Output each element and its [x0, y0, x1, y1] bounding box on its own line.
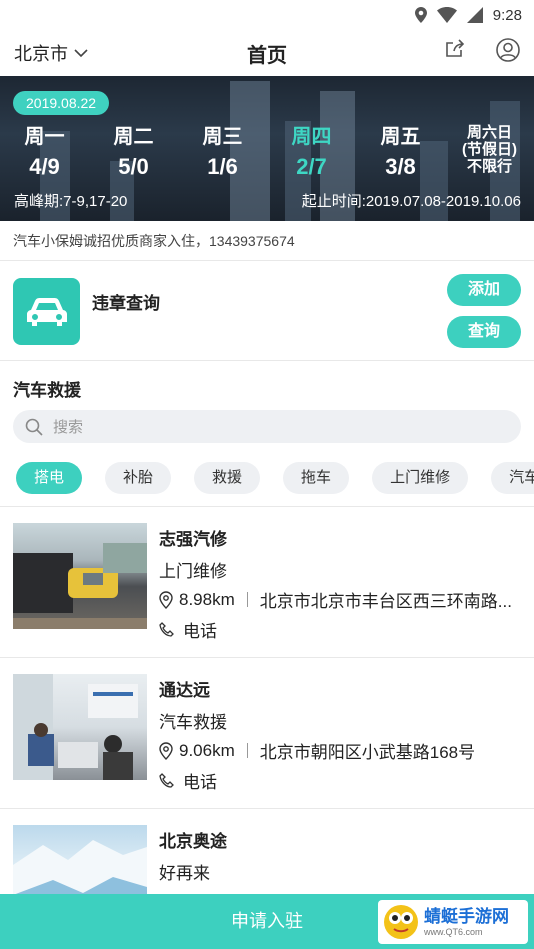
shop-distance: 8.98km — [179, 589, 235, 609]
watermark-sub: www.QT6.com — [424, 927, 483, 937]
restriction-period: 起止时间:2019.07.08-2019.10.06 — [301, 193, 521, 210]
chip-tire-repair[interactable]: 补胎 — [105, 462, 172, 494]
city-selector[interactable]: 北京市 — [14, 40, 88, 66]
day-weekend: 周六日 (节假日) 不限行 — [462, 124, 517, 175]
notice-text: 汽车小保姆诚招优质商家入住，13439375674 — [0, 221, 534, 261]
shop-name: 通达远 — [159, 681, 210, 700]
share-icon[interactable] — [444, 38, 466, 60]
navbar: 北京市 首页 — [0, 30, 534, 76]
traffic-restriction-banner[interactable]: 2019.08.22 周一 4/9 周二 5/0 周三 1/6 周四 2/7 周… — [0, 76, 534, 221]
phone-link[interactable]: 电话 — [159, 617, 217, 642]
city-label: 北京市 — [14, 44, 68, 64]
location-pin-icon — [159, 590, 173, 609]
location-pin-icon — [159, 741, 173, 760]
shop-name: 志强汽修 — [159, 530, 227, 549]
violation-title: 违章查询 — [92, 294, 160, 313]
shop-type: 汽车救援 — [159, 713, 227, 732]
chip-rescue[interactable]: 救援 — [194, 462, 261, 494]
shop-name: 北京奥途 — [159, 832, 227, 851]
day-thursday-current: 周四 2/7 — [291, 126, 332, 179]
signal-icon — [466, 7, 483, 23]
phone-link[interactable]: 电话 — [159, 768, 217, 793]
apply-label: 申请入驻 — [231, 911, 303, 931]
wifi-icon — [436, 7, 457, 23]
phone-label: 电话 — [183, 773, 217, 792]
list-item[interactable]: 通达远 汽车救援 9.06km 北京市朝阳区小武基路168号 电话 — [0, 658, 534, 809]
query-button[interactable]: 查询 — [447, 316, 521, 348]
peak-hours: 高峰期:7-9,17-20 — [14, 193, 128, 210]
phone-label: 电话 — [183, 622, 217, 641]
day-wednesday: 周三 1/6 — [202, 126, 243, 179]
watermark-logo: 蜻蜓手游网 www.QT6.com — [378, 900, 528, 944]
list-item[interactable]: 志强汽修 上门维修 8.98km 北京市北京市丰台区西三环南路... 电话 — [0, 507, 534, 658]
rescue-list: 志强汽修 上门维修 8.98km 北京市北京市丰台区西三环南路... 电话 通达… — [0, 506, 534, 949]
add-button[interactable]: 添加 — [447, 274, 521, 306]
day-monday: 周一 4/9 — [24, 126, 65, 179]
search-placeholder: 搜索 — [53, 419, 84, 436]
chevron-down-icon — [74, 48, 88, 57]
violation-section: 违章查询 添加 查询 — [0, 261, 534, 361]
status-time: 9:28 — [492, 6, 522, 24]
category-chips: 搭电 补胎 救援 拖车 上门维修 汽车玻璃 — [16, 462, 534, 494]
user-icon[interactable] — [496, 38, 520, 62]
restriction-days: 周一 4/9 周二 5/0 周三 1/6 周四 2/7 周五 3/8 周六日 (… — [0, 124, 534, 180]
shop-photo — [13, 674, 147, 780]
shop-address: 北京市北京市丰台区西三环南路... — [259, 592, 512, 611]
shop-distance: 9.06km — [179, 740, 235, 760]
chip-towing[interactable]: 拖车 — [283, 462, 350, 494]
phone-icon — [159, 772, 174, 788]
shop-type: 上门维修 — [159, 562, 227, 581]
phone-icon — [159, 621, 174, 637]
chip-car-glass[interactable]: 汽车玻璃 — [491, 462, 534, 494]
date-badge: 2019.08.22 — [13, 91, 110, 115]
location-icon — [414, 7, 427, 23]
rescue-title: 汽车救援 — [13, 381, 81, 400]
chip-onsite-repair[interactable]: 上门维修 — [372, 462, 469, 494]
search-icon — [25, 418, 43, 436]
car-icon — [13, 278, 80, 345]
shop-type: 好再来 — [159, 864, 210, 883]
shop-address: 北京市朝阳区小武基路168号 — [259, 743, 476, 762]
day-tuesday: 周二 5/0 — [113, 126, 154, 179]
watermark-main: 蜻蜓手游网 — [424, 907, 509, 926]
dragonfly-icon — [384, 905, 418, 939]
chip-jump-start[interactable]: 搭电 — [16, 462, 83, 494]
status-bar: 9:28 — [0, 0, 534, 30]
day-friday: 周五 3/8 — [380, 126, 421, 179]
shop-photo — [13, 523, 147, 629]
search-input[interactable]: 搜索 — [13, 410, 521, 443]
